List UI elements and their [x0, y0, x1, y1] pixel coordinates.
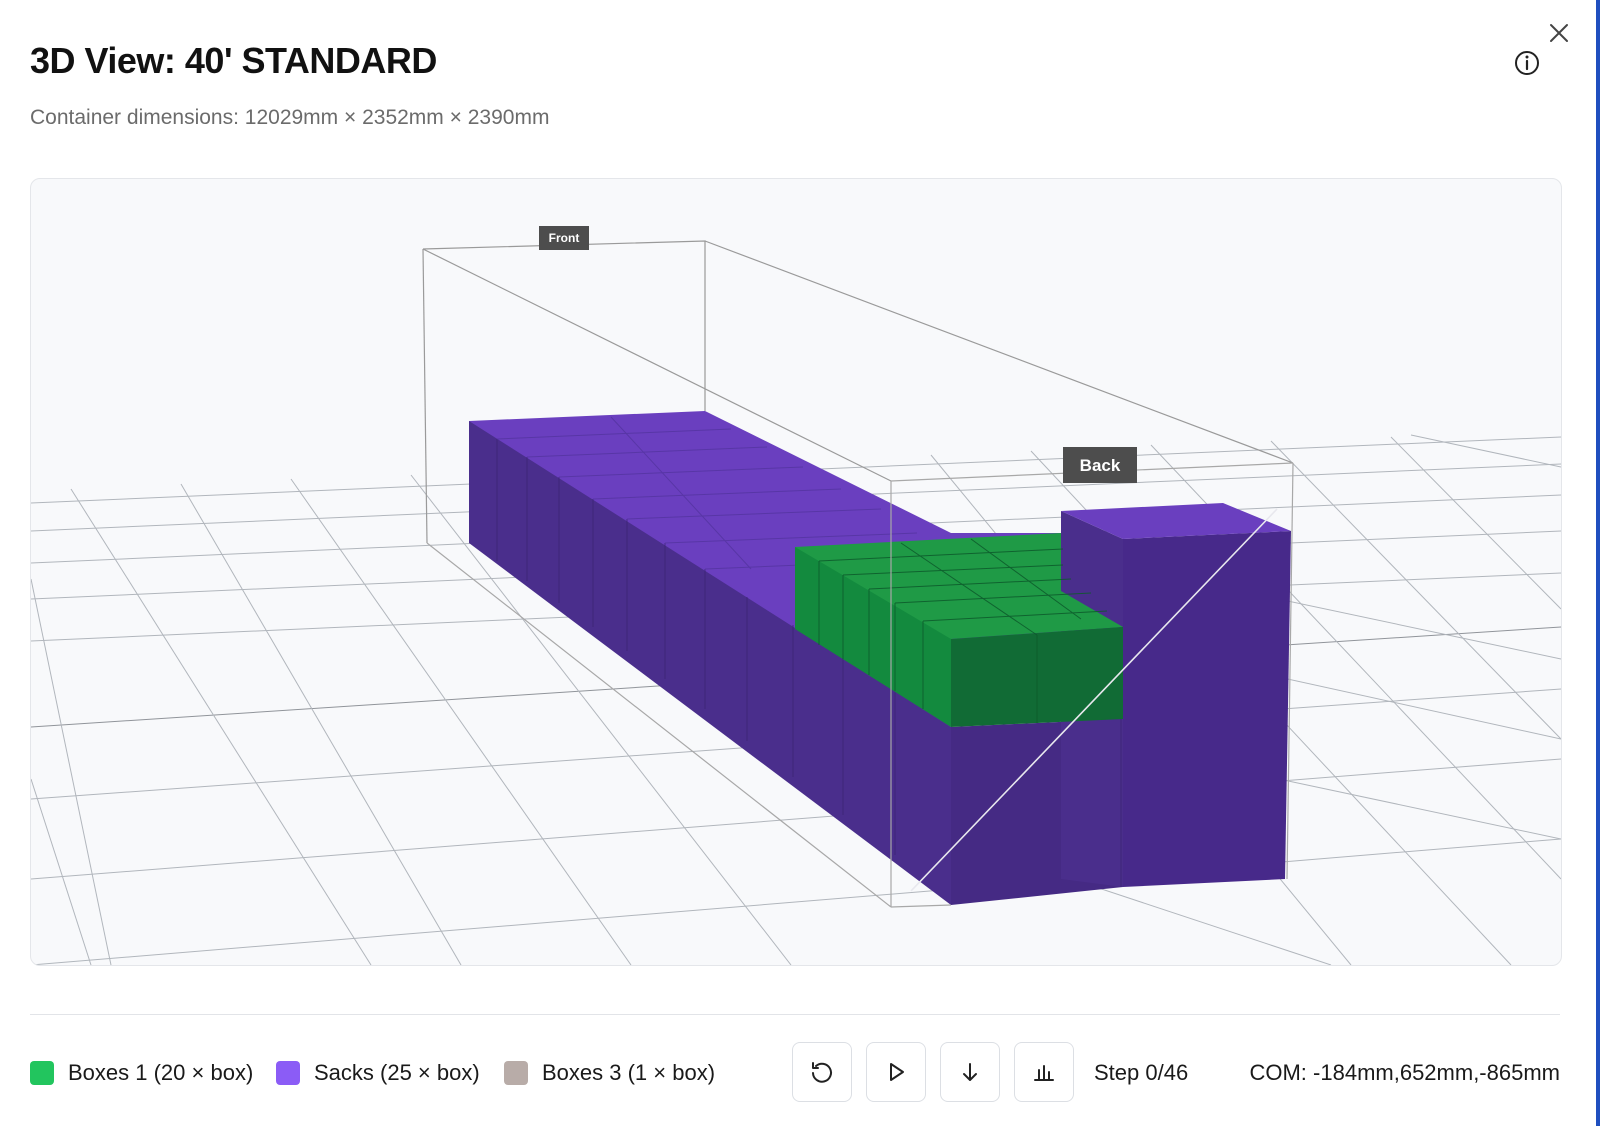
footer-divider [30, 1014, 1560, 1015]
legend-swatch [30, 1061, 54, 1085]
container-scene[interactable]: Front Back [31, 179, 1561, 965]
3d-view-dialog: 3D View: 40' STANDARD Container dimensio… [0, 0, 1594, 1126]
front-label-text: Front [549, 231, 580, 245]
3d-viewport[interactable]: Front Back [30, 178, 1562, 966]
reset-button[interactable] [792, 1042, 852, 1102]
front-label: Front [539, 226, 589, 250]
bar-chart-icon [1034, 1065, 1054, 1081]
footer-bar: Boxes 1 (20 × box) Sacks (25 × box) Boxe… [30, 1040, 1560, 1106]
info-button[interactable] [1512, 48, 1542, 78]
legend-label: Boxes 1 (20 × box) [68, 1060, 254, 1085]
legend-label: Sacks (25 × box) [314, 1060, 480, 1085]
rotate-ccw-icon [812, 1062, 832, 1083]
legend-swatch [276, 1061, 300, 1085]
legend-item-sacks: Sacks (25 × box) [276, 1060, 480, 1086]
back-label: Back [1063, 447, 1137, 483]
window-edge [1596, 0, 1600, 1126]
sacks-tower-front [1123, 531, 1291, 887]
center-of-mass: COM: -184mm,652mm,-865mm [1249, 1060, 1560, 1085]
arrow-down-icon [963, 1063, 977, 1081]
close-icon [1550, 24, 1568, 42]
play-icon [890, 1063, 904, 1081]
legend-item-boxes-3: Boxes 3 (1 × box) [504, 1060, 715, 1086]
play-button[interactable] [866, 1042, 926, 1102]
stats-button[interactable] [1014, 1042, 1074, 1102]
close-button[interactable] [1544, 18, 1574, 48]
step-forward-button[interactable] [940, 1042, 1000, 1102]
legend-label: Boxes 3 (1 × box) [542, 1060, 716, 1085]
dialog-title: 3D View: 40' STANDARD [30, 40, 437, 81]
legend-swatch [504, 1061, 528, 1085]
legend-item-boxes-1: Boxes 1 (20 × box) [30, 1060, 253, 1086]
info-icon [1515, 51, 1539, 75]
container-dimensions: Container dimensions: 12029mm × 2352mm ×… [30, 106, 550, 129]
back-label-text: Back [1080, 456, 1121, 475]
step-counter: Step 0/46 [1094, 1060, 1189, 1085]
